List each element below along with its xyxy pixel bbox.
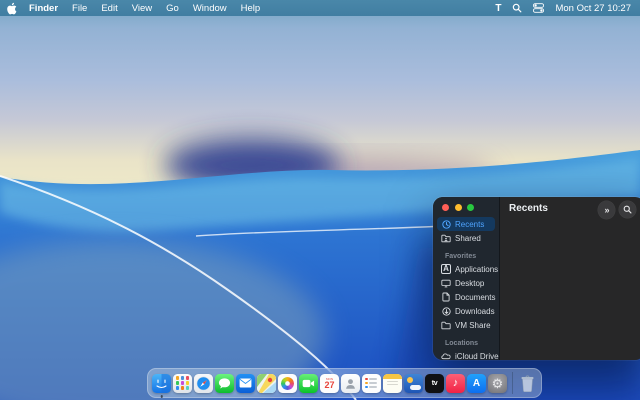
sidebar-item-label: Recents bbox=[455, 219, 485, 229]
downloads-icon bbox=[441, 306, 451, 316]
dock-item-finder[interactable] bbox=[152, 373, 171, 398]
reminders-dock-icon[interactable] bbox=[362, 373, 381, 393]
menu-finder[interactable]: Finder bbox=[22, 0, 65, 16]
weather-dock-icon[interactable] bbox=[404, 373, 423, 393]
t-app-menu-icon[interactable]: T bbox=[495, 3, 501, 14]
sidebar-item-applications[interactable]: A Applications bbox=[437, 262, 499, 276]
cloud-icon bbox=[441, 352, 451, 360]
sidebar-item-label: Applications bbox=[455, 264, 499, 274]
menu-edit[interactable]: Edit bbox=[94, 0, 124, 16]
photos-dock-icon[interactable] bbox=[278, 373, 297, 393]
gear-icon: ⚙ bbox=[491, 375, 504, 391]
contacts-dock-icon[interactable] bbox=[341, 373, 360, 393]
sidebar-item-recents[interactable]: Recents bbox=[437, 217, 495, 231]
sidebar-item-label: Downloads bbox=[455, 306, 495, 316]
apple-menu[interactable] bbox=[0, 0, 22, 16]
desktop: Finder File Edit View Go Window Help T M… bbox=[0, 0, 640, 400]
safari-dock-icon[interactable] bbox=[194, 373, 213, 393]
spotlight-search-icon[interactable] bbox=[512, 3, 522, 13]
sidebar-item-shared[interactable]: Shared bbox=[437, 231, 495, 245]
apple-logo-icon bbox=[6, 2, 16, 14]
menu-bar-status: T Mon Oct 27 10:27 bbox=[495, 0, 640, 16]
search-icon bbox=[623, 205, 632, 214]
shared-folder-icon bbox=[441, 234, 451, 243]
menu-bar-clock[interactable]: Mon Oct 27 10:27 bbox=[555, 3, 631, 14]
minimize-window-button[interactable] bbox=[454, 204, 462, 211]
finder-dock-icon bbox=[152, 373, 171, 393]
sidebar-item-label: Desktop bbox=[455, 278, 485, 288]
trash-dock-icon[interactable] bbox=[518, 374, 537, 393]
app-store-dock-icon[interactable]: A bbox=[467, 373, 486, 393]
finder-window: Recents Shared Favorites A Applications … bbox=[433, 197, 640, 360]
sidebar-item-label: iCloud Drive bbox=[455, 351, 499, 361]
sidebar-section-favorites: Favorites bbox=[445, 253, 477, 260]
facetime-dock-icon[interactable] bbox=[299, 373, 318, 393]
system-settings-dock-icon[interactable]: ⚙ bbox=[488, 373, 507, 393]
photos-flower-glyph bbox=[281, 376, 294, 390]
sidebar-item-label: Shared bbox=[455, 233, 481, 243]
menu-bar: Finder File Edit View Go Window Help T M… bbox=[0, 0, 640, 16]
folder-icon bbox=[441, 321, 451, 330]
clock-icon bbox=[441, 219, 451, 229]
calendar-dock-icon[interactable]: MON 27 bbox=[320, 373, 339, 393]
sidebar-list: Recents Shared Favorites A Applications … bbox=[433, 217, 499, 360]
toolbar-more-button[interactable]: » bbox=[598, 201, 615, 219]
window-controls bbox=[433, 200, 499, 217]
menu-go[interactable]: Go bbox=[159, 0, 186, 16]
messages-dock-icon[interactable] bbox=[215, 373, 234, 393]
zoom-window-button[interactable] bbox=[467, 204, 474, 211]
document-icon bbox=[441, 292, 451, 302]
finder-sidebar: Recents Shared Favorites A Applications … bbox=[433, 197, 500, 360]
maps-dock-icon[interactable] bbox=[257, 373, 276, 393]
control-center-icon[interactable] bbox=[533, 3, 545, 13]
sidebar-item-downloads[interactable]: Downloads bbox=[437, 304, 495, 318]
music-note-glyph: ♪ bbox=[452, 377, 459, 389]
sidebar-item-documents[interactable]: Documents bbox=[437, 290, 495, 304]
menu-bar-left: Finder File Edit View Go Window Help bbox=[0, 0, 267, 16]
calendar-day-number: 27 bbox=[324, 379, 335, 390]
sidebar-item-label: Documents bbox=[455, 292, 496, 302]
notes-dock-icon[interactable] bbox=[383, 373, 402, 393]
launchpad-dock-icon[interactable] bbox=[173, 373, 192, 393]
sidebar-section-locations: Locations bbox=[445, 340, 479, 347]
sidebar-item-desktop[interactable]: Desktop bbox=[437, 276, 495, 290]
desktop-display-icon bbox=[441, 279, 451, 288]
window-title: Recents bbox=[509, 203, 548, 214]
cloud-glyph bbox=[410, 384, 421, 390]
menu-view[interactable]: View bbox=[125, 0, 159, 16]
toolbar-search-button[interactable] bbox=[619, 201, 636, 218]
sidebar-item-label: VM Share bbox=[455, 320, 491, 330]
sun-glyph bbox=[407, 376, 413, 383]
tv-dock-icon[interactable]: tv bbox=[425, 373, 444, 393]
menu-file[interactable]: File bbox=[65, 0, 94, 16]
mail-dock-icon[interactable] bbox=[236, 373, 255, 393]
tv-logo-glyph: tv bbox=[431, 379, 438, 387]
launchpad-grid bbox=[175, 376, 190, 390]
close-window-button[interactable] bbox=[442, 204, 449, 211]
notes-header-band bbox=[383, 373, 402, 379]
dock: MON 27 tv ♪ A ⚙ bbox=[147, 368, 542, 398]
sidebar-item-icloud-drive[interactable]: iCloud Drive bbox=[437, 349, 499, 360]
finder-running-indicator bbox=[160, 395, 163, 398]
music-dock-icon[interactable]: ♪ bbox=[446, 373, 465, 393]
sidebar-item-vm-share[interactable]: VM Share bbox=[437, 318, 495, 332]
menu-help[interactable]: Help bbox=[234, 0, 268, 16]
dock-separator bbox=[512, 372, 513, 394]
applications-icon: A bbox=[441, 264, 451, 274]
app-store-a-glyph: A bbox=[472, 377, 481, 389]
menu-window[interactable]: Window bbox=[186, 0, 234, 16]
